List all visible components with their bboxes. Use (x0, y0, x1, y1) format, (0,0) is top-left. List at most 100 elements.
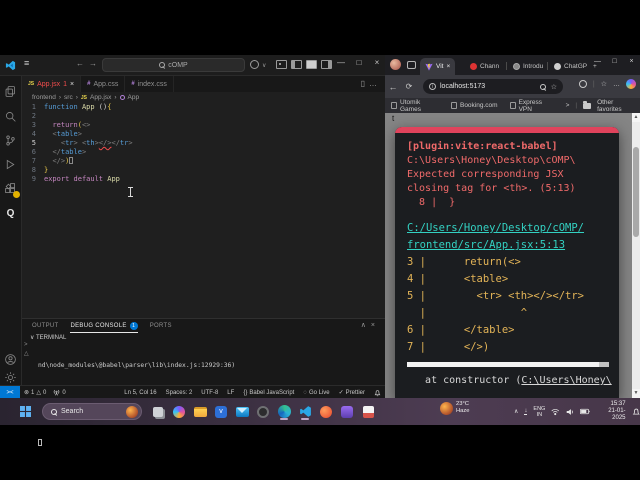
toggle-panel-icon[interactable] (306, 60, 317, 69)
favorites-icon[interactable]: ☆ (601, 80, 607, 88)
taskbar-search-box[interactable]: Search (42, 403, 142, 420)
language-indicator[interactable]: ENG IN (533, 406, 545, 418)
mail-app-icon[interactable] (234, 403, 250, 420)
site-info-icon[interactable]: i (429, 83, 436, 90)
scroll-down-icon[interactable]: ▼ (632, 389, 640, 398)
error-file-link[interactable]: frontend/src/App.jsx:5:13 (407, 237, 609, 254)
browser-tab-channel[interactable]: Chann (465, 58, 504, 75)
copilot-chevron-icon[interactable]: ∨ (262, 62, 266, 69)
menu-icon[interactable]: ≡ (24, 58, 29, 68)
settings-more-icon[interactable]: … (613, 81, 620, 88)
update-download-icon[interactable]: ↓ (524, 408, 528, 415)
minimize-button[interactable]: — (333, 58, 349, 67)
more-actions-icon[interactable]: … (369, 79, 381, 88)
code-editor[interactable]: 1 function App (){ 2 3 return(<> 4 <table… (22, 103, 385, 318)
scrollbar-thumb[interactable] (633, 147, 639, 237)
battery-icon[interactable] (580, 408, 590, 415)
go-live[interactable]: ◌ Go Live (303, 390, 329, 396)
customize-layout-icon[interactable] (276, 60, 287, 69)
bookmarks-overflow-icon[interactable]: > (566, 102, 570, 109)
run-and-debug-icon[interactable] (3, 157, 18, 172)
tab-close-icon[interactable]: × (446, 63, 450, 70)
search-icon[interactable] (3, 109, 18, 124)
error-file-link[interactable]: C:/Users/Honey/Desktop/cOMP/ (407, 220, 609, 237)
back-icon[interactable]: ← (385, 82, 401, 92)
notification-bell-icon[interactable] (632, 407, 640, 417)
browser-tab-chatgpt[interactable]: ChatGP (549, 58, 592, 75)
vite-error-overlay[interactable]: [plugin:vite:react-babel] C:\Users\Honey… (395, 127, 619, 398)
terminal-section-header[interactable]: ∨ TERMINAL (30, 334, 66, 341)
copilot-icon[interactable] (250, 60, 259, 69)
bookmark-expressvpn[interactable]: Express VPN (509, 99, 554, 113)
amazon-q-icon[interactable]: Q (3, 206, 18, 221)
profile-avatar[interactable] (390, 59, 401, 70)
tab-index-css[interactable]: # index.css (125, 76, 174, 92)
breadcrumb-item[interactable]: App (128, 94, 140, 101)
copilot-app-icon[interactable] (171, 403, 187, 420)
panel-tab-ports[interactable]: PORTS (150, 323, 172, 329)
source-control-icon[interactable] (3, 133, 18, 148)
address-bar[interactable]: i localhost:5173 ☆ (423, 79, 563, 94)
purple-app-icon[interactable] (339, 403, 355, 420)
extensions-icon[interactable] (3, 181, 20, 198)
volume-icon[interactable] (566, 408, 574, 416)
settings-gear-icon[interactable] (3, 370, 18, 385)
tray-overflow-chevron-icon[interactable]: ∧ (514, 408, 518, 415)
blue-shield-app-icon[interactable]: v (213, 403, 229, 420)
toggle-secondary-sidebar-icon[interactable] (321, 60, 332, 69)
chevron-right-icon[interactable]: > (24, 341, 29, 350)
tab-app-css[interactable]: # App.css (81, 76, 126, 92)
clock[interactable]: 15:37 21-01-2025 (597, 401, 625, 422)
stack-file-link[interactable]: C:\Users\Honey\ (521, 375, 611, 386)
prettier[interactable]: ✓ Prettier (339, 389, 365, 397)
problems-indicator[interactable]: ⊗ 1 △ 0 (24, 389, 46, 397)
breadcrumb-item[interactable]: App.jsx (90, 94, 111, 101)
scroll-up-icon[interactable]: ▲ (632, 113, 640, 122)
breadcrumb-item[interactable]: frontend (32, 94, 56, 101)
edge-icon[interactable] (276, 403, 292, 420)
explorer-icon[interactable] (3, 84, 18, 99)
task-view-icon[interactable] (150, 403, 166, 420)
panel-close-icon[interactable]: × (371, 322, 380, 329)
panel-tab-debug-console[interactable]: DEBUG CONSOLE 1 (70, 320, 138, 333)
toggle-primary-sidebar-icon[interactable] (291, 60, 302, 69)
start-button-icon[interactable] (20, 406, 31, 417)
copilot-icon[interactable] (626, 79, 636, 89)
bookmark-booking[interactable]: Booking.com (450, 102, 498, 109)
panel-maximize-icon[interactable]: ∧ (361, 322, 371, 329)
split-editor-icon[interactable]: ▯ (361, 79, 369, 88)
eol[interactable]: LF (227, 390, 234, 396)
browser-tab-intro[interactable]: Introdu (508, 58, 548, 75)
weather-widget[interactable]: 23°C Haze (440, 401, 470, 415)
command-search-box[interactable]: cOMP (102, 58, 245, 72)
notifications-bell-icon[interactable] (374, 389, 381, 397)
favorite-star-icon[interactable]: ☆ (551, 83, 557, 91)
language-mode[interactable]: {} Babel JavaScript (243, 390, 294, 396)
maximize-button[interactable]: □ (606, 55, 623, 71)
forward-icon[interactable]: → (89, 59, 97, 68)
refresh-icon[interactable]: ⟳ (401, 82, 417, 91)
ports-indicator[interactable]: 0 (53, 389, 66, 396)
breadcrumb-item[interactable]: src (64, 94, 73, 101)
misc-light-app-icon[interactable] (360, 403, 376, 420)
file-explorer-icon[interactable] (192, 403, 208, 420)
minimize-button[interactable]: — (589, 55, 606, 71)
vscode-app-icon[interactable] (297, 403, 313, 420)
overlay-horizontal-scrollbar[interactable] (407, 362, 609, 367)
gear-dark-app-icon[interactable] (255, 403, 271, 420)
page-scrollbar[interactable]: ▲ ▼ (632, 113, 640, 398)
browser-essentials-icon[interactable] (578, 80, 587, 88)
back-icon[interactable]: ← (76, 59, 84, 68)
tab-app-jsx[interactable]: JS App.jsx 1 × (22, 76, 82, 92)
tab-actions-icon[interactable] (407, 61, 416, 69)
browser-tab-vite[interactable]: Vit × (420, 58, 456, 75)
panel-tab-output[interactable]: OUTPUT (32, 323, 58, 329)
zoom-search-icon[interactable] (539, 83, 546, 90)
close-button[interactable]: × (623, 55, 640, 71)
wifi-icon[interactable] (551, 408, 560, 416)
encoding[interactable]: UTF-8 (201, 390, 218, 396)
other-favorites[interactable]: Other favorites (597, 99, 634, 113)
bookmark-utomik[interactable]: Utomik Games (391, 99, 439, 113)
close-button[interactable]: × (369, 58, 385, 67)
accounts-icon[interactable] (3, 352, 18, 367)
